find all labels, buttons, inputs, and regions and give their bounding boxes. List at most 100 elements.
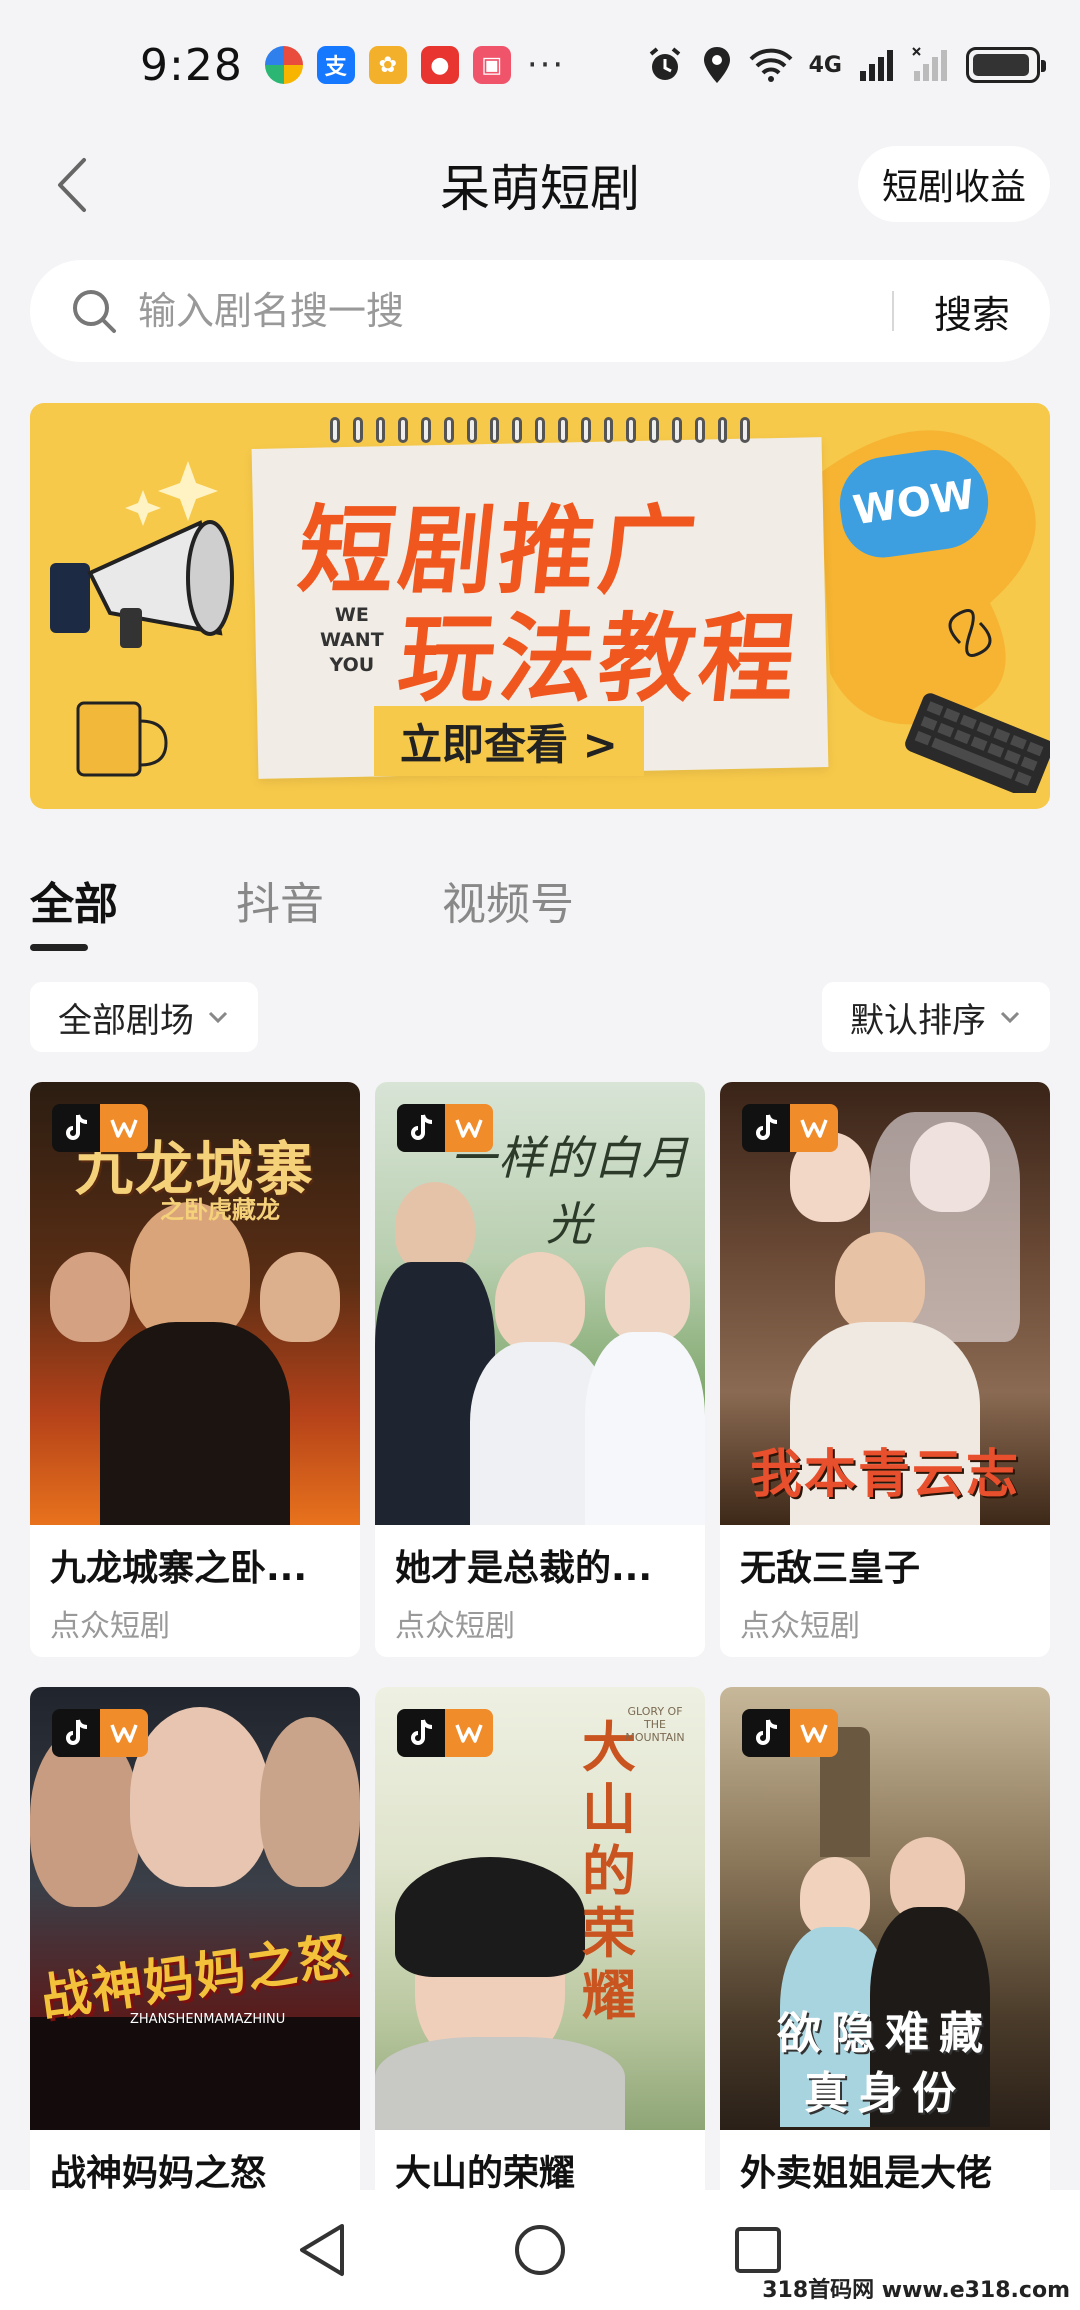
nav-back-button[interactable] xyxy=(292,2220,352,2280)
circle-home-icon xyxy=(515,2225,565,2275)
book-app-icon: ▣ xyxy=(472,46,511,84)
wifi-icon xyxy=(749,48,793,82)
status-bar: 9:28 支 ✿ ● ▣ ··· 4G xyxy=(0,0,1080,130)
theater-filter-dropdown[interactable]: 全部剧场 xyxy=(30,982,258,1052)
platform-badges xyxy=(52,1104,148,1152)
search-divider xyxy=(891,291,894,331)
battery-icon xyxy=(966,47,1046,83)
header: 呆萌短剧 短剧收益 xyxy=(0,130,1080,240)
sort-label: 默认排序 xyxy=(850,1000,986,1041)
colorful-app-icon xyxy=(264,46,303,84)
douyin-icon xyxy=(742,1104,790,1152)
poster-title: 我本青云志 xyxy=(749,1445,1020,1505)
nav-recents-button[interactable] xyxy=(728,2220,788,2280)
poster-subtitle: 真身份 xyxy=(804,2068,966,2119)
tab-all[interactable]: 全部 xyxy=(30,860,118,940)
search-input[interactable] xyxy=(138,289,872,333)
poster-title: 大山的荣耀 xyxy=(582,1716,638,2027)
nav-home-button[interactable] xyxy=(510,2220,570,2280)
drama-card[interactable]: 九龙城寨 之卧虎藏龙 九龙城寨之卧... 点众短剧 xyxy=(30,1082,360,1657)
active-tab-indicator xyxy=(30,944,88,951)
status-icons: 4G xyxy=(645,45,1046,85)
platform-badges xyxy=(52,1709,148,1757)
drama-card[interactable]: 战神妈妈之怒 ZHANSHENMAMAZHINU 战神妈妈之怒 xyxy=(30,1687,360,2262)
platform-badges xyxy=(397,1104,493,1152)
status-time: 9:28 xyxy=(140,39,243,91)
system-navigation-bar: 318首码网 www.e318.com xyxy=(0,2190,1080,2310)
triangle-back-icon xyxy=(300,2224,344,2276)
platform-tabs: 全部 抖音 视频号 xyxy=(30,860,692,960)
notification-app-icons: 支 ✿ ● ▣ xyxy=(264,46,511,84)
drama-title: 她才是总裁的... xyxy=(395,1548,653,1589)
drama-earnings-button[interactable]: 短剧收益 xyxy=(857,146,1050,222)
drama-poster: 九龙城寨 之卧虎藏龙 xyxy=(30,1082,360,1525)
search-bar: 搜索 xyxy=(30,260,1050,362)
page-title: 呆萌短剧 xyxy=(440,160,640,218)
banner-binding xyxy=(330,417,751,447)
douyin-icon xyxy=(742,1709,790,1757)
location-icon xyxy=(703,47,730,83)
drama-poster: 一样的白月光 xyxy=(375,1082,705,1525)
drama-title: 战神妈妈之怒 xyxy=(50,2153,267,2194)
tab-channels[interactable]: 视频号 xyxy=(442,860,574,940)
drama-title: 外卖姐姐是大佬 xyxy=(740,2153,993,2194)
drama-title: 大山的荣耀 xyxy=(395,2153,576,2194)
search-icon xyxy=(73,290,116,333)
banner-cta-button[interactable]: 立即查看 > xyxy=(374,706,644,776)
drama-card[interactable]: 一样的白月光 她才是总裁的... 点众短剧 xyxy=(375,1082,705,1657)
theater-filter-label: 全部剧场 xyxy=(58,1000,194,1041)
promo-banner[interactable]: 短剧推广 玩法教程 WE WANT YOU 立即查看 > WOW xyxy=(30,403,1050,809)
search-button[interactable]: 搜索 xyxy=(934,284,1010,339)
wechat-channels-icon xyxy=(445,1709,493,1757)
douyin-icon xyxy=(52,1709,100,1757)
poster-title: 欲隐难藏 xyxy=(777,2008,993,2059)
sort-dropdown[interactable]: 默认排序 xyxy=(822,982,1050,1052)
drama-source: 点众短剧 xyxy=(395,1609,515,1644)
drama-source: 点众短剧 xyxy=(740,1609,860,1644)
chevron-down-icon xyxy=(1000,1011,1020,1024)
wechat-channels-icon xyxy=(100,1104,148,1152)
drama-card[interactable]: 我本青云志 无敌三皇子 点众短剧 xyxy=(720,1082,1050,1657)
douyin-icon xyxy=(397,1104,445,1152)
douyin-icon xyxy=(397,1709,445,1757)
signal-empty-icon xyxy=(912,47,947,81)
keyboard-icon xyxy=(905,693,1050,793)
drama-source: 点众短剧 xyxy=(50,1609,170,1644)
drama-card-info: 无敌三皇子 点众短剧 xyxy=(720,1525,1050,1657)
signal-icon xyxy=(860,50,893,81)
wechat-channels-icon xyxy=(445,1104,493,1152)
drama-poster: 欲隐难藏 真身份 xyxy=(720,1687,1050,2130)
drama-poster: 我本青云志 xyxy=(720,1082,1050,1525)
alipay-app-icon: 支 xyxy=(316,46,355,84)
poster-subtitle: 之卧虎藏龙 xyxy=(160,1196,280,1224)
red-app-icon: ● xyxy=(420,46,459,84)
platform-badges xyxy=(742,1104,838,1152)
back-button[interactable] xyxy=(42,154,102,216)
wechat-channels-icon xyxy=(790,1104,838,1152)
drama-poster: 战神妈妈之怒 ZHANSHENMAMAZHINU xyxy=(30,1687,360,2130)
gift-app-icon: ✿ xyxy=(368,46,407,84)
drama-card[interactable]: 欲隐难藏 真身份 外卖姐姐是大佬 xyxy=(720,1687,1050,2262)
poster-subtitle: GLORY OF THE MOUNTAIN xyxy=(625,1705,685,1744)
back-arrow-icon xyxy=(58,158,86,212)
drama-card[interactable]: 大山的荣耀 GLORY OF THE MOUNTAIN 大山的荣耀 xyxy=(375,1687,705,2262)
drama-title: 无敌三皇子 xyxy=(740,1548,921,1589)
alarm-icon xyxy=(649,47,680,80)
platform-badges xyxy=(742,1709,838,1757)
drama-card-info: 九龙城寨之卧... 点众短剧 xyxy=(30,1525,360,1657)
douyin-icon xyxy=(52,1104,100,1152)
more-notifications-icon: ··· xyxy=(526,45,566,85)
banner-headline-2: 玩法教程 xyxy=(393,603,805,715)
square-recents-icon xyxy=(735,2227,781,2273)
tab-douyin[interactable]: 抖音 xyxy=(236,860,324,940)
banner-side-text: WE WANT YOU xyxy=(320,604,384,676)
drama-grid: 九龙城寨 之卧虎藏龙 九龙城寨之卧... 点众短剧 一样的白月光 她才是总裁的.… xyxy=(30,1082,1050,2262)
watermark: 318首码网 www.e318.com xyxy=(762,2278,1070,2303)
network-type-label: 4G xyxy=(808,52,842,78)
wechat-channels-icon xyxy=(100,1709,148,1757)
mug-icon xyxy=(76,701,168,777)
megaphone-icon xyxy=(50,520,234,648)
chevron-down-icon xyxy=(208,1011,228,1024)
platform-badges xyxy=(397,1709,493,1757)
wechat-channels-icon xyxy=(790,1709,838,1757)
